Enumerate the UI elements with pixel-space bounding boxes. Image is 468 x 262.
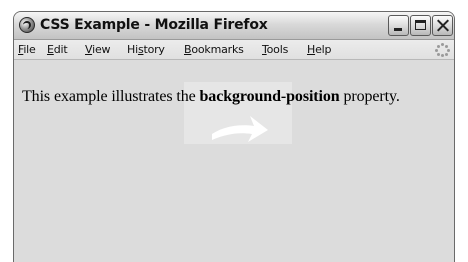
throbber-icon xyxy=(435,43,450,57)
firefox-icon[interactable] xyxy=(19,17,35,33)
menu-history[interactable]: History xyxy=(127,43,165,56)
browser-window: CSS Example - Mozilla Firefox File Edit … xyxy=(13,11,455,262)
menu-edit[interactable]: Edit xyxy=(47,43,68,56)
menu-file[interactable]: File xyxy=(18,43,36,56)
property-name: background-position xyxy=(199,88,340,105)
title-bar[interactable]: CSS Example - Mozilla Firefox xyxy=(14,12,454,40)
close-button[interactable] xyxy=(432,15,453,36)
minimize-button[interactable] xyxy=(388,15,409,36)
page-content: This example illustrates the background-… xyxy=(14,60,454,262)
menu-help[interactable]: Help xyxy=(307,43,331,56)
menu-view[interactable]: View xyxy=(85,43,111,56)
maximize-button[interactable] xyxy=(410,15,431,36)
menu-tools[interactable]: Tools xyxy=(262,43,288,56)
menu-bookmarks[interactable]: Bookmarks xyxy=(184,43,244,56)
window-title: CSS Example - Mozilla Firefox xyxy=(40,17,268,33)
example-paragraph: This example illustrates the background-… xyxy=(22,88,400,105)
menu-bar: File Edit View History Bookmarks Tools H… xyxy=(14,40,454,60)
